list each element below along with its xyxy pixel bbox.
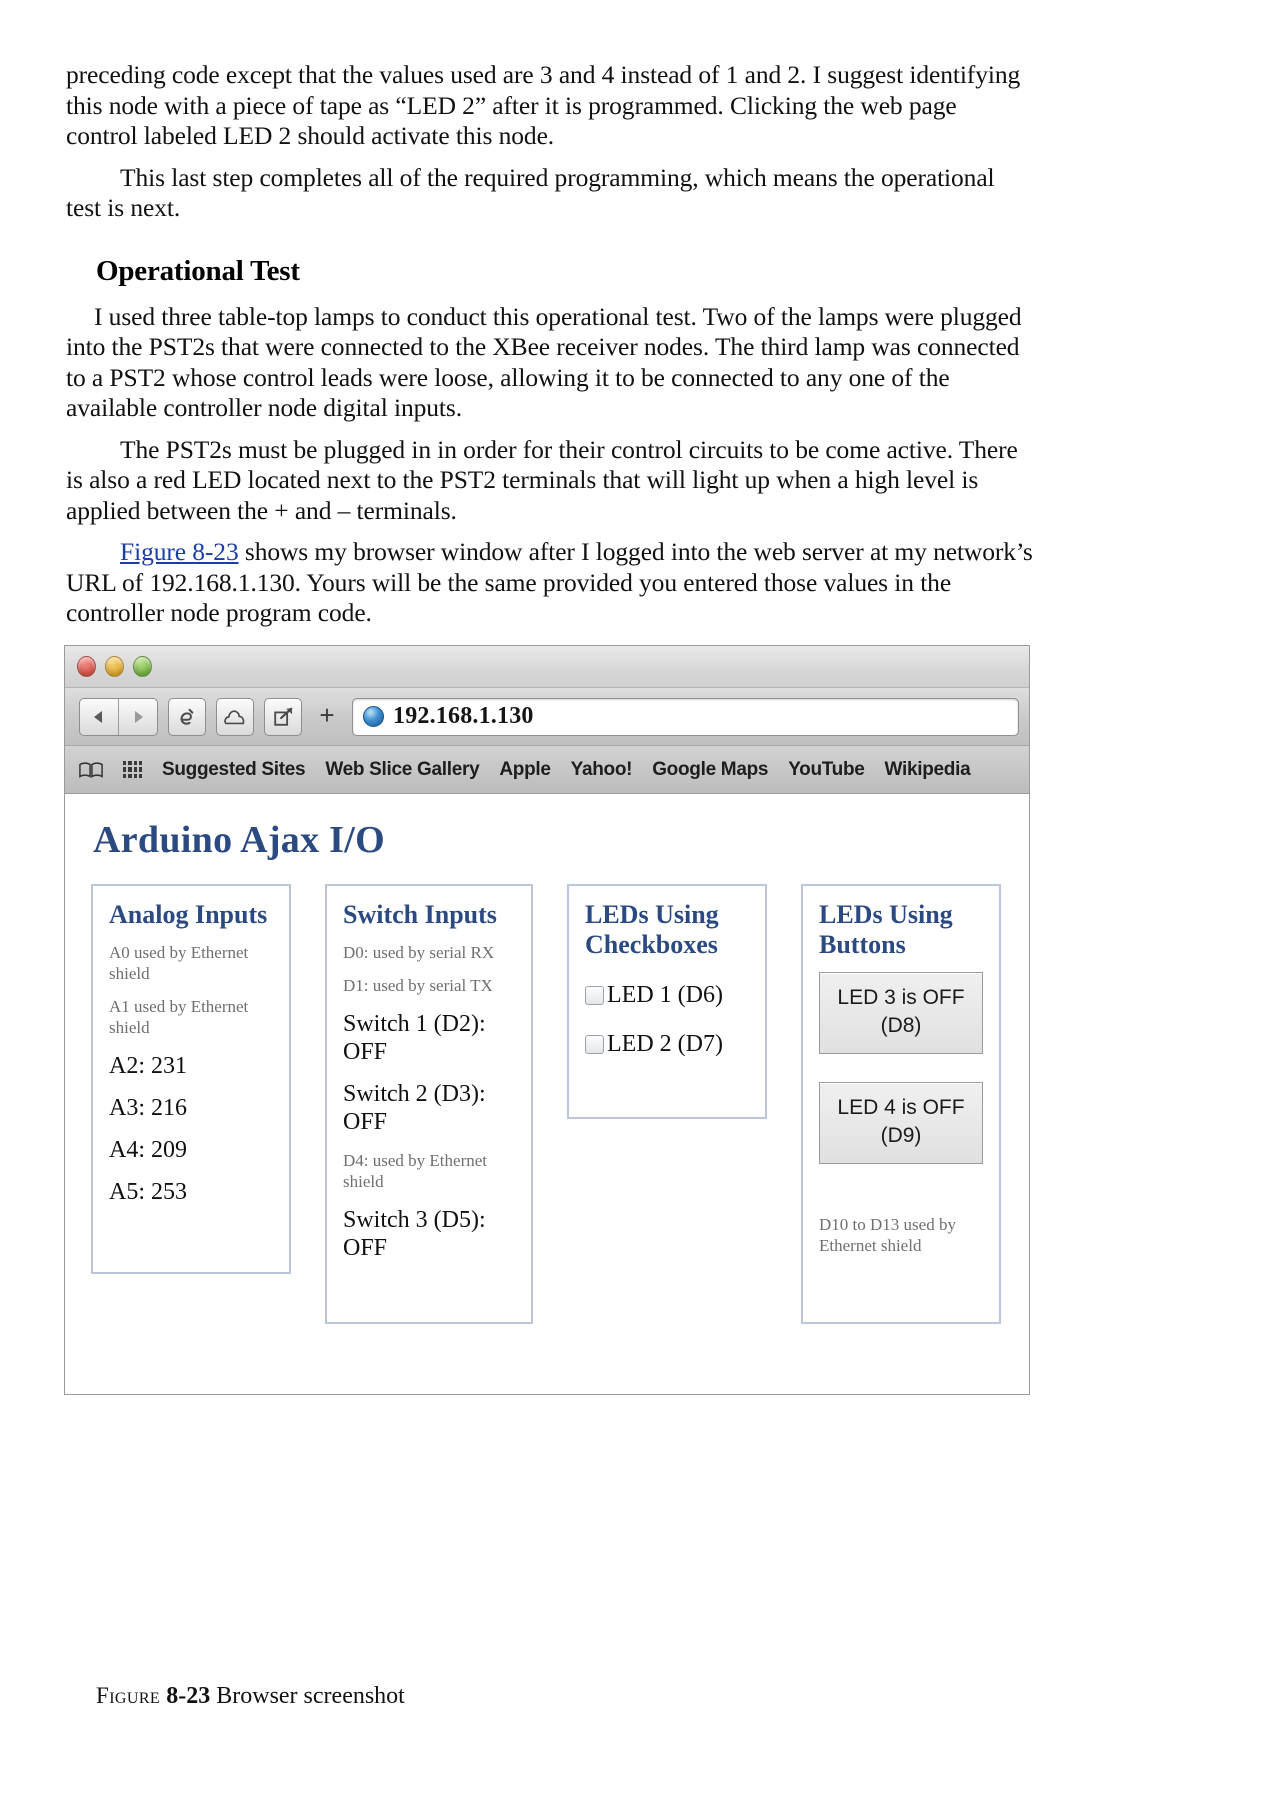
analog-row-a4: A4: 209	[109, 1137, 187, 1163]
buttons-panel-note: D10 to D13 used by Ethernet shield	[819, 1215, 956, 1255]
forward-button[interactable]	[118, 698, 157, 735]
browser-titlebar	[65, 646, 1029, 688]
checkbox-led1-icon[interactable]	[585, 986, 604, 1005]
address-bar-url: 192.168.1.130	[393, 703, 534, 729]
new-tab-button[interactable]: +	[312, 698, 342, 736]
switch-row-switch-3: Switch 3 (D5): OFF	[343, 1207, 486, 1261]
share-button[interactable]	[264, 697, 302, 736]
paragraph-2: This last step completes all of the requ…	[66, 162, 995, 223]
paragraph-figure-ref: Figure 8-23 shows my browser window afte…	[66, 537, 1034, 629]
analog-row-a0: A0 used by Ethernet shield	[109, 943, 249, 983]
bookmark-web-slice-gallery[interactable]: Web Slice Gallery	[325, 759, 479, 781]
caption-label: Figure	[96, 1683, 167, 1708]
address-bar[interactable]: 192.168.1.130	[352, 697, 1019, 736]
top-sites-grid-icon[interactable]	[123, 761, 142, 778]
zoom-window-icon[interactable]	[133, 656, 152, 677]
panel-analog-inputs: Analog Inputs A0 used by Ethernet shield…	[91, 884, 291, 1274]
back-button[interactable]	[80, 699, 118, 735]
body-text: preceding code except that the values us…	[66, 60, 1034, 629]
panel-title-leds-checkboxes: LEDs Using Checkboxes	[585, 900, 719, 959]
browser-window-screenshot: + 192.168.1.130 Suggested Sites Web Slic…	[64, 645, 1030, 1395]
switch-row-d4: D4: used by Ethernet shield	[343, 1151, 487, 1191]
checkbox-led2-icon[interactable]	[585, 1035, 604, 1054]
led4-button-line1: LED 4 is OFF	[837, 1096, 965, 1119]
bookmarks-bar: Suggested Sites Web Slice Gallery Apple …	[65, 746, 1029, 794]
figure-cross-reference-link[interactable]: Figure 8-23	[120, 537, 239, 566]
panel-row: Analog Inputs A0 used by Ethernet shield…	[91, 884, 1003, 1324]
switch-row-switch-1: Switch 1 (D2): OFF	[343, 1011, 486, 1065]
checkbox-row-led2[interactable]: LED 2 (D7)	[585, 1031, 749, 1058]
analog-row-a5: A5: 253	[109, 1179, 187, 1205]
panel-title-switch-inputs: Switch Inputs	[343, 900, 497, 929]
navigation-buttons	[79, 697, 158, 736]
analog-row-a2: A2: 231	[109, 1053, 187, 1079]
caption-number: 8-23	[166, 1683, 211, 1709]
bookmark-suggested-sites[interactable]: Suggested Sites	[162, 759, 306, 781]
switch-row-switch-2: Switch 2 (D3): OFF	[343, 1081, 486, 1135]
panel-leds-using-buttons: LEDs Using Buttons LED 3 is OFF (D8) LED…	[801, 884, 1001, 1324]
led4-toggle-button[interactable]: LED 4 is OFF (D9)	[819, 1082, 983, 1164]
panel-title-leds-buttons: LEDs Using Buttons	[819, 900, 953, 959]
led3-toggle-button[interactable]: LED 3 is OFF (D8)	[819, 972, 983, 1054]
switch-row-d1: D1: used by serial TX	[343, 976, 493, 995]
bookmark-google-maps[interactable]: Google Maps	[652, 759, 768, 781]
panel-switch-inputs: Switch Inputs D0: used by serial RX D1: …	[325, 884, 533, 1324]
document-page: preceding code except that the values us…	[0, 0, 1280, 1809]
browser-toolbar: + 192.168.1.130	[65, 688, 1029, 746]
bookmark-youtube[interactable]: YouTube	[788, 759, 865, 781]
figure-8-23: + 192.168.1.130 Suggested Sites Web Slic…	[64, 645, 1030, 1395]
analog-row-a1: A1 used by Ethernet shield	[109, 997, 249, 1037]
led3-button-line1: LED 3 is OFF	[837, 986, 965, 1009]
reader-button[interactable]	[168, 697, 206, 736]
checkbox-led2-label: LED 2 (D7)	[607, 1031, 723, 1057]
window-controls	[77, 656, 152, 677]
icloud-tabs-button[interactable]	[216, 697, 254, 736]
panel-title-analog-inputs: Analog Inputs	[109, 900, 268, 929]
close-window-icon[interactable]	[77, 656, 96, 677]
panel-leds-using-checkboxes: LEDs Using Checkboxes LED 1 (D6) LED 2 (…	[567, 884, 767, 1119]
minimize-window-icon[interactable]	[105, 656, 124, 677]
switch-row-d0: D0: used by serial RX	[343, 943, 495, 962]
led4-button-line2: (D9)	[880, 1124, 922, 1147]
figure-caption: Figure 8-23 Browser screenshot	[96, 1683, 996, 1710]
page-title: Arduino Ajax I/O	[93, 819, 385, 861]
led3-button-line2: (D8)	[880, 1014, 922, 1037]
caption-text: Browser screenshot	[216, 1683, 405, 1709]
section-heading: Operational Test	[96, 254, 300, 287]
bookmark-apple[interactable]: Apple	[499, 759, 551, 781]
checkbox-led1-label: LED 1 (D6)	[607, 982, 723, 1008]
bookmark-wikipedia[interactable]: Wikipedia	[885, 759, 971, 781]
paragraph-4: The PST2s must be plugged in in order fo…	[66, 434, 1018, 525]
analog-row-a3: A3: 216	[109, 1095, 187, 1121]
bookmarks-sidebar-icon[interactable]	[79, 761, 103, 779]
paragraph-1: preceding code except that the values us…	[66, 60, 1021, 150]
paragraph-3: I used three table-top lamps to conduct …	[66, 301, 1022, 423]
site-favicon-icon	[363, 706, 384, 727]
bookmark-yahoo[interactable]: Yahoo!	[571, 759, 633, 781]
web-page-content: Arduino Ajax I/O Analog Inputs A0 used b…	[65, 794, 1029, 1394]
checkbox-row-led1[interactable]: LED 1 (D6)	[585, 982, 749, 1009]
